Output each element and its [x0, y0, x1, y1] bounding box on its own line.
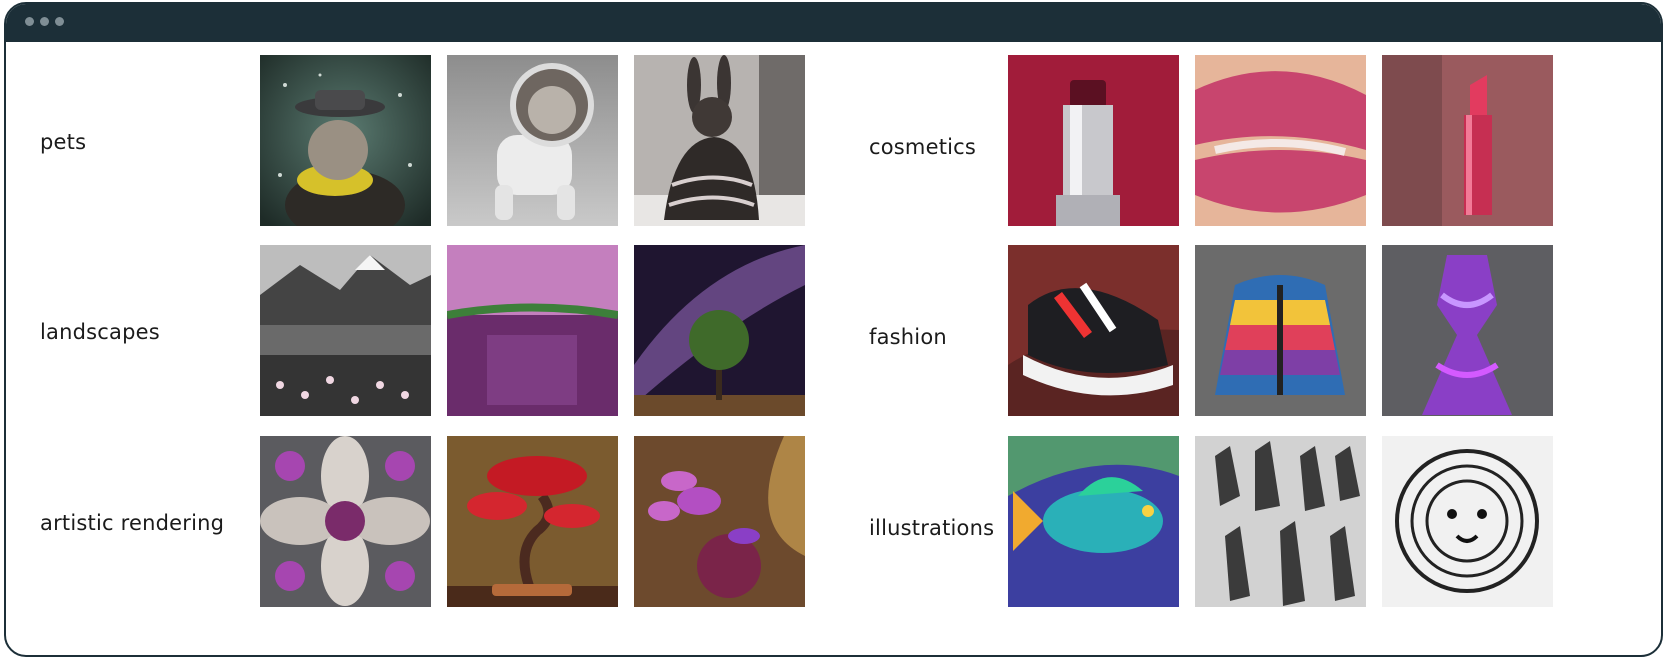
image-rabbit-in-dress[interactable]: [634, 55, 805, 226]
window-control-dot[interactable]: [40, 17, 49, 26]
image-lipstick-tube[interactable]: [1382, 55, 1553, 226]
image-cat-in-hat[interactable]: [260, 55, 431, 226]
image-orchid-and-fruit[interactable]: [634, 436, 805, 607]
image-astronaut-dog[interactable]: [447, 55, 618, 226]
image-glittery-fish[interactable]: [1008, 436, 1179, 607]
image-pink-lips[interactable]: [1195, 55, 1366, 226]
category-label-cosmetics: cosmetics: [869, 135, 977, 159]
image-colorful-puffer-jacket[interactable]: [1195, 245, 1366, 416]
image-lion-line-art[interactable]: [1382, 436, 1553, 607]
category-label-illustrations: illustrations: [869, 516, 995, 540]
image-tree-milky-way[interactable]: [634, 245, 805, 416]
image-character-sketches[interactable]: [1195, 436, 1366, 607]
image-purple-cherry-river[interactable]: [447, 245, 618, 416]
window-control-dot[interactable]: [25, 17, 34, 26]
image-mountain-flower-field[interactable]: [260, 245, 431, 416]
category-label-fashion: fashion: [869, 325, 947, 349]
category-label-artistic-rendering: artistic rendering: [40, 511, 225, 535]
image-red-bonsai[interactable]: [447, 436, 618, 607]
image-sneaker[interactable]: [1008, 245, 1179, 416]
window-titlebar: [6, 4, 1661, 42]
image-lipstick-closeup[interactable]: [1008, 55, 1179, 226]
window-control-dot[interactable]: [55, 17, 64, 26]
image-purple-sculptural-dress[interactable]: [1382, 245, 1553, 416]
image-fractal-flower[interactable]: [260, 436, 431, 607]
category-label-pets: pets: [40, 130, 87, 154]
category-label-landscapes: landscapes: [40, 320, 160, 344]
